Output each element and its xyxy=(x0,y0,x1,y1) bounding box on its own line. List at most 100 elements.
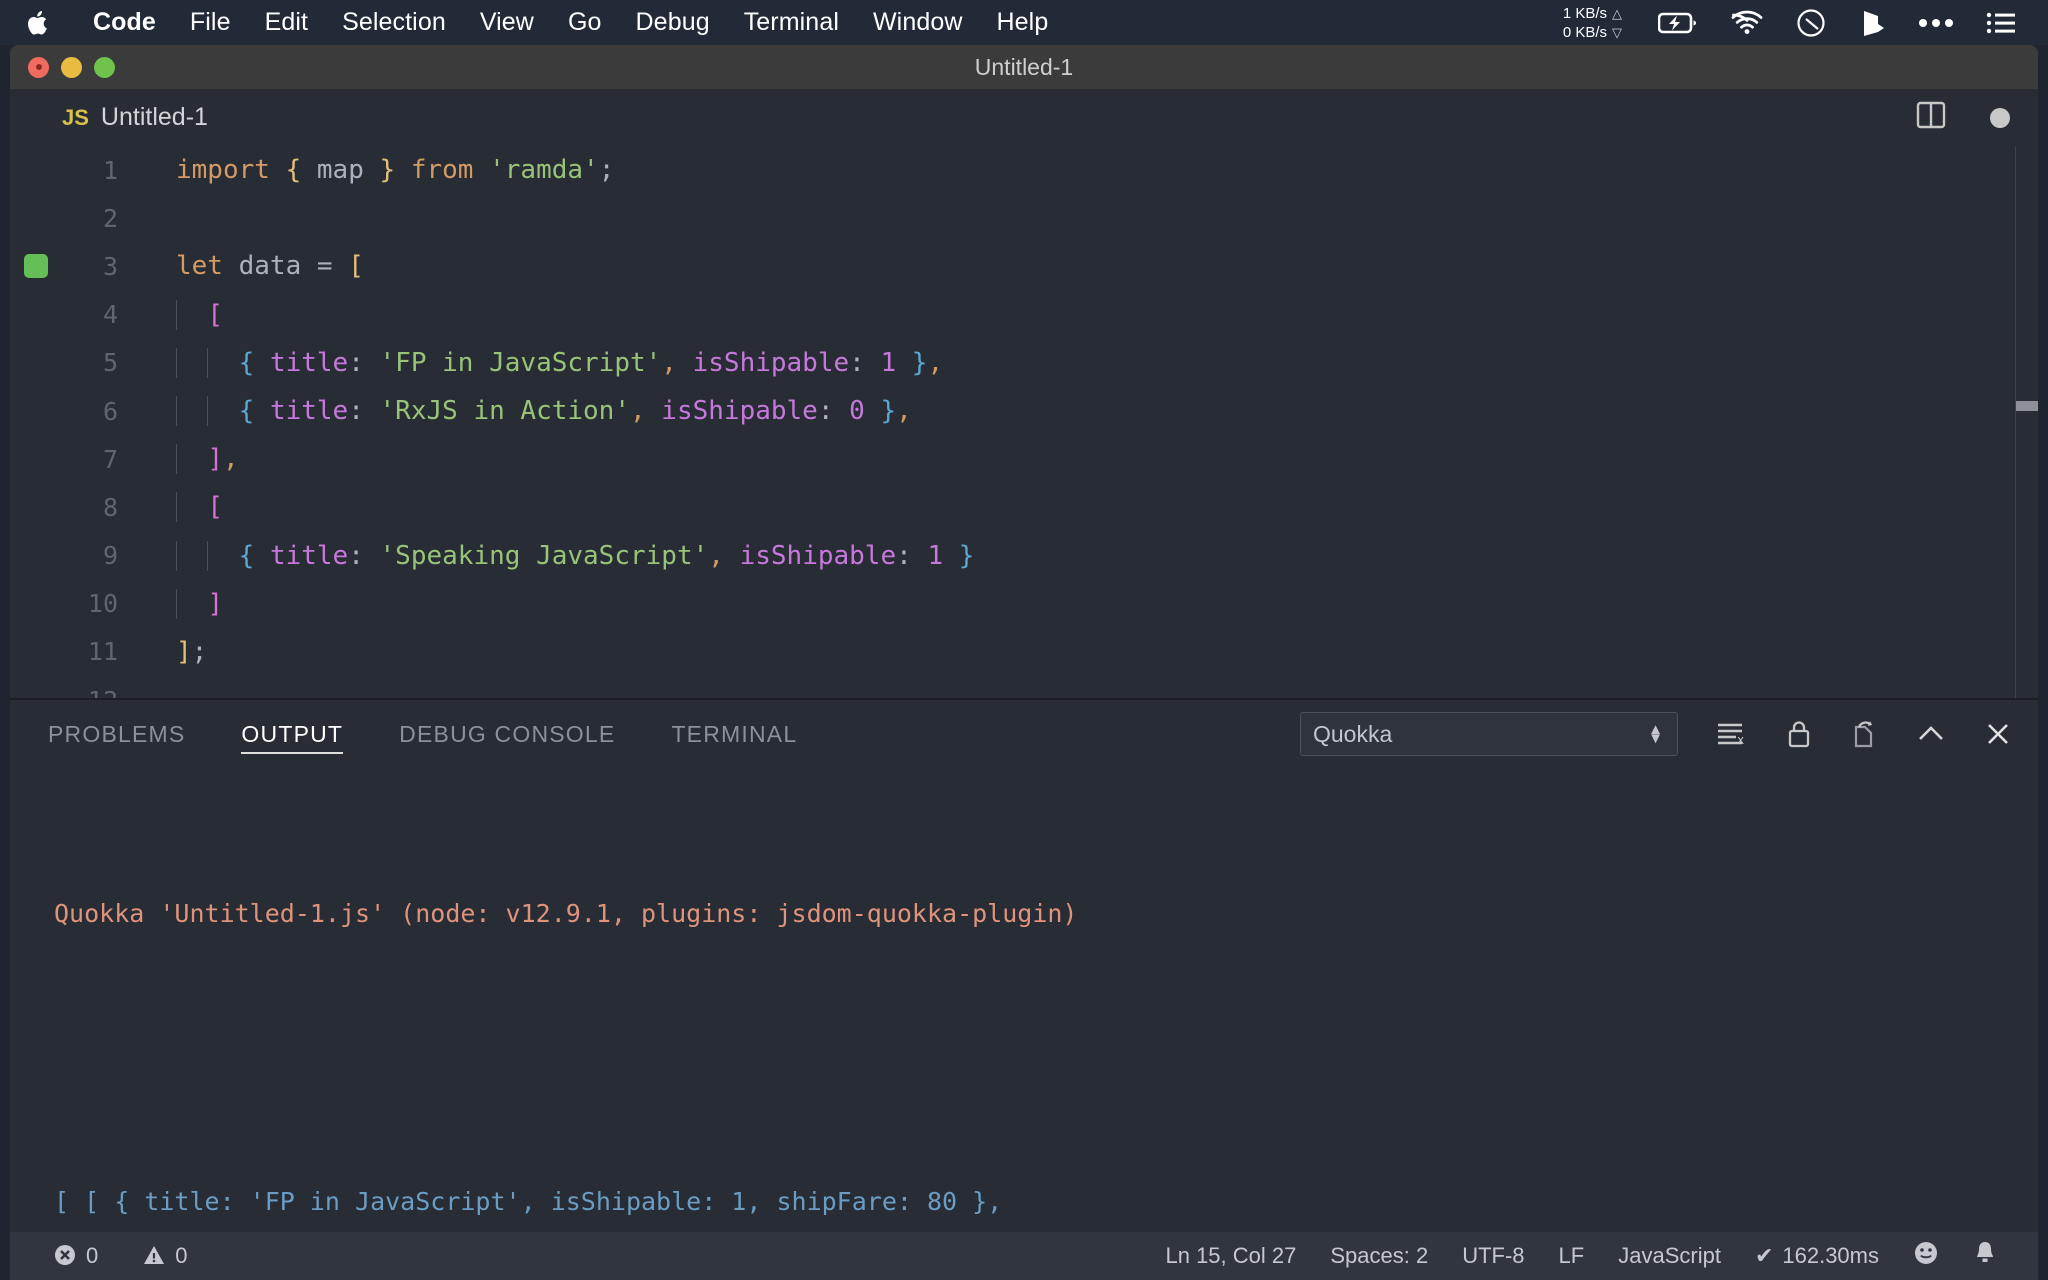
code-line-2: 2 xyxy=(10,194,2038,242)
output-content[interactable]: Quokka 'Untitled-1.js' (node: v12.9.1, p… xyxy=(10,768,2038,1280)
editor-overview-ruler xyxy=(2015,146,2016,698)
network-up-arrow-icon: △ xyxy=(1612,5,1622,21)
code-line-3: 3 let data = [ xyxy=(10,242,2038,290)
editor-tab-label: Untitled-1 xyxy=(100,103,208,131)
status-language-mode[interactable]: JavaScript xyxy=(1601,1243,1738,1269)
menu-item-terminal[interactable]: Terminal xyxy=(727,10,856,35)
battery-charging-icon[interactable] xyxy=(1658,11,1698,35)
panel-header: PROBLEMS OUTPUT DEBUG CONSOLE TERMINAL Q… xyxy=(10,700,2038,768)
error-count: 0 xyxy=(86,1243,99,1268)
code-line-content: { title: 'Speaking JavaScript', isShipab… xyxy=(128,540,974,571)
status-eol[interactable]: LF xyxy=(1542,1243,1602,1269)
do-not-disturb-icon[interactable] xyxy=(1796,8,1826,38)
output-blank-line xyxy=(54,1034,2038,1082)
code-line-12: 12 xyxy=(10,676,2038,698)
line-number: 8 xyxy=(102,492,118,522)
status-encoding[interactable]: UTF-8 xyxy=(1445,1243,1541,1269)
status-warnings[interactable]: 0 xyxy=(125,1243,204,1269)
code-line-7: 7 ], xyxy=(10,435,2038,483)
menu-item-code[interactable]: Code xyxy=(76,10,173,35)
status-notifications[interactable] xyxy=(1956,1240,2014,1272)
code-line-content: [ xyxy=(128,299,223,330)
clear-output-icon[interactable]: x xyxy=(1716,720,1748,748)
svg-text:x: x xyxy=(1737,733,1744,747)
menu-item-view[interactable]: View xyxy=(463,10,551,35)
lock-scroll-icon[interactable] xyxy=(1786,719,1812,749)
javascript-file-icon: JS xyxy=(62,104,89,130)
code-line-content: ], xyxy=(128,444,239,475)
menu-item-edit[interactable]: Edit xyxy=(248,10,325,35)
menu-item-window[interactable]: Window xyxy=(856,10,980,35)
status-errors[interactable]: 0 xyxy=(36,1243,115,1269)
status-feedback[interactable] xyxy=(1896,1240,1956,1272)
split-editor-icon[interactable] xyxy=(1916,101,1946,134)
code-line-1: 1 import { map } from 'ramda'; xyxy=(10,146,2038,194)
status-bar: 0 0 Ln 15, Col 27 Spaces: 2 UTF-8 LF Jav… xyxy=(10,1232,2038,1280)
line-number: 1 xyxy=(102,155,118,185)
code-line-content: let data = [ xyxy=(176,251,364,282)
panel-tab-debug-console[interactable]: DEBUG CONSOLE xyxy=(391,700,623,768)
panel-tab-output[interactable]: OUTPUT xyxy=(233,700,351,768)
network-download-speed: 0 KB/s xyxy=(1562,23,1607,41)
output-line-1: [ [ { title: 'FP in JavaScript', isShipa… xyxy=(54,1187,1003,1216)
error-icon xyxy=(53,1243,77,1269)
editor-tab-untitled-1[interactable]: JS Untitled-1 xyxy=(10,89,208,146)
open-in-editor-icon[interactable] xyxy=(1850,719,1878,749)
code-line-content: ] xyxy=(128,588,223,619)
apple-logo-icon[interactable] xyxy=(26,8,52,38)
code-line-9: 9 { title: 'Speaking JavaScript', isShip… xyxy=(10,532,2038,580)
menu-item-help[interactable]: Help xyxy=(980,10,1066,35)
code-editor[interactable]: 1 import { map } from 'ramda'; 2 3 let d… xyxy=(10,146,2038,698)
menubar-status-tray: 1 KB/s 0 KB/s △ ▽ xyxy=(1563,4,2032,42)
code-line-content: [ xyxy=(128,492,223,523)
line-number: 6 xyxy=(102,396,118,426)
code-line-content: { title: 'RxJS in Action', isShipable: 0… xyxy=(128,396,912,427)
output-channel-value: Quokka xyxy=(1313,720,1393,747)
line-number: 10 xyxy=(87,589,118,619)
line-number: 12 xyxy=(10,686,128,698)
code-line-11: 11 ]; xyxy=(10,628,2038,676)
menu-item-go[interactable]: Go xyxy=(551,10,619,35)
code-line-5: 5 { title: 'FP in JavaScript', isShipabl… xyxy=(10,339,2038,387)
code-line-content: { title: 'FP in JavaScript', isShipable:… xyxy=(128,347,943,378)
status-indentation[interactable]: Spaces: 2 xyxy=(1313,1243,1445,1269)
control-center-list-icon[interactable] xyxy=(1986,11,2016,35)
unsaved-indicator-dot[interactable] xyxy=(1990,107,2010,128)
output-channel-select[interactable]: Quokka ▲ ▼ xyxy=(1300,712,1678,756)
code-line-content: ]; xyxy=(176,636,208,667)
menu-item-debug[interactable]: Debug xyxy=(619,10,727,35)
code-line-content: import { map } from 'ramda'; xyxy=(176,155,615,186)
status-bar-right: Ln 15, Col 27 Spaces: 2 UTF-8 LF JavaScr… xyxy=(1148,1240,2038,1272)
dropbox-icon[interactable] xyxy=(1858,8,1886,38)
panel-tab-terminal[interactable]: TERMINAL xyxy=(663,700,805,768)
chevron-updown-icon: ▲ ▼ xyxy=(1648,721,1663,747)
editor-tab-actions xyxy=(1916,101,2010,134)
menu-item-selection[interactable]: Selection xyxy=(325,10,463,35)
line-number: 11 xyxy=(87,637,118,667)
line-number: 7 xyxy=(102,444,118,474)
status-quokka-time[interactable]: ✔ 162.30ms xyxy=(1738,1243,1896,1269)
line-number: 4 xyxy=(102,300,118,330)
status-bar-left: 0 0 xyxy=(10,1243,205,1269)
code-line-8: 8 [ xyxy=(10,483,2038,531)
bottom-panel: PROBLEMS OUTPUT DEBUG CONSOLE TERMINAL Q… xyxy=(10,698,2038,1220)
warning-icon xyxy=(142,1243,166,1269)
macos-menu-bar: Code File Edit Selection View Go Debug T… xyxy=(0,0,2048,45)
editor-tab-bar: JS Untitled-1 xyxy=(10,89,2038,146)
close-panel-icon[interactable] xyxy=(1984,720,2012,748)
panel-tab-problems[interactable]: PROBLEMS xyxy=(40,700,193,768)
panel-actions: Quokka ▲ ▼ x xyxy=(1300,712,2012,756)
check-icon: ✔ xyxy=(1754,1243,1774,1268)
editor-vertical-scrollbar[interactable] xyxy=(2016,401,2038,411)
bell-icon xyxy=(1973,1240,1997,1272)
output-header-line: Quokka 'Untitled-1.js' (node: v12.9.1, p… xyxy=(54,899,1078,928)
menu-item-file[interactable]: File xyxy=(173,10,248,35)
status-cursor-position[interactable]: Ln 15, Col 27 xyxy=(1148,1243,1313,1269)
ellipsis-icon[interactable] xyxy=(1918,17,1954,29)
quokka-coverage-indicator xyxy=(24,254,48,279)
network-speed-indicator[interactable]: 1 KB/s 0 KB/s △ ▽ xyxy=(1563,4,1622,42)
maximize-panel-icon[interactable] xyxy=(1916,723,1946,745)
wifi-icon[interactable] xyxy=(1730,10,1764,36)
warning-count: 0 xyxy=(175,1243,188,1268)
line-number: 5 xyxy=(102,348,118,378)
